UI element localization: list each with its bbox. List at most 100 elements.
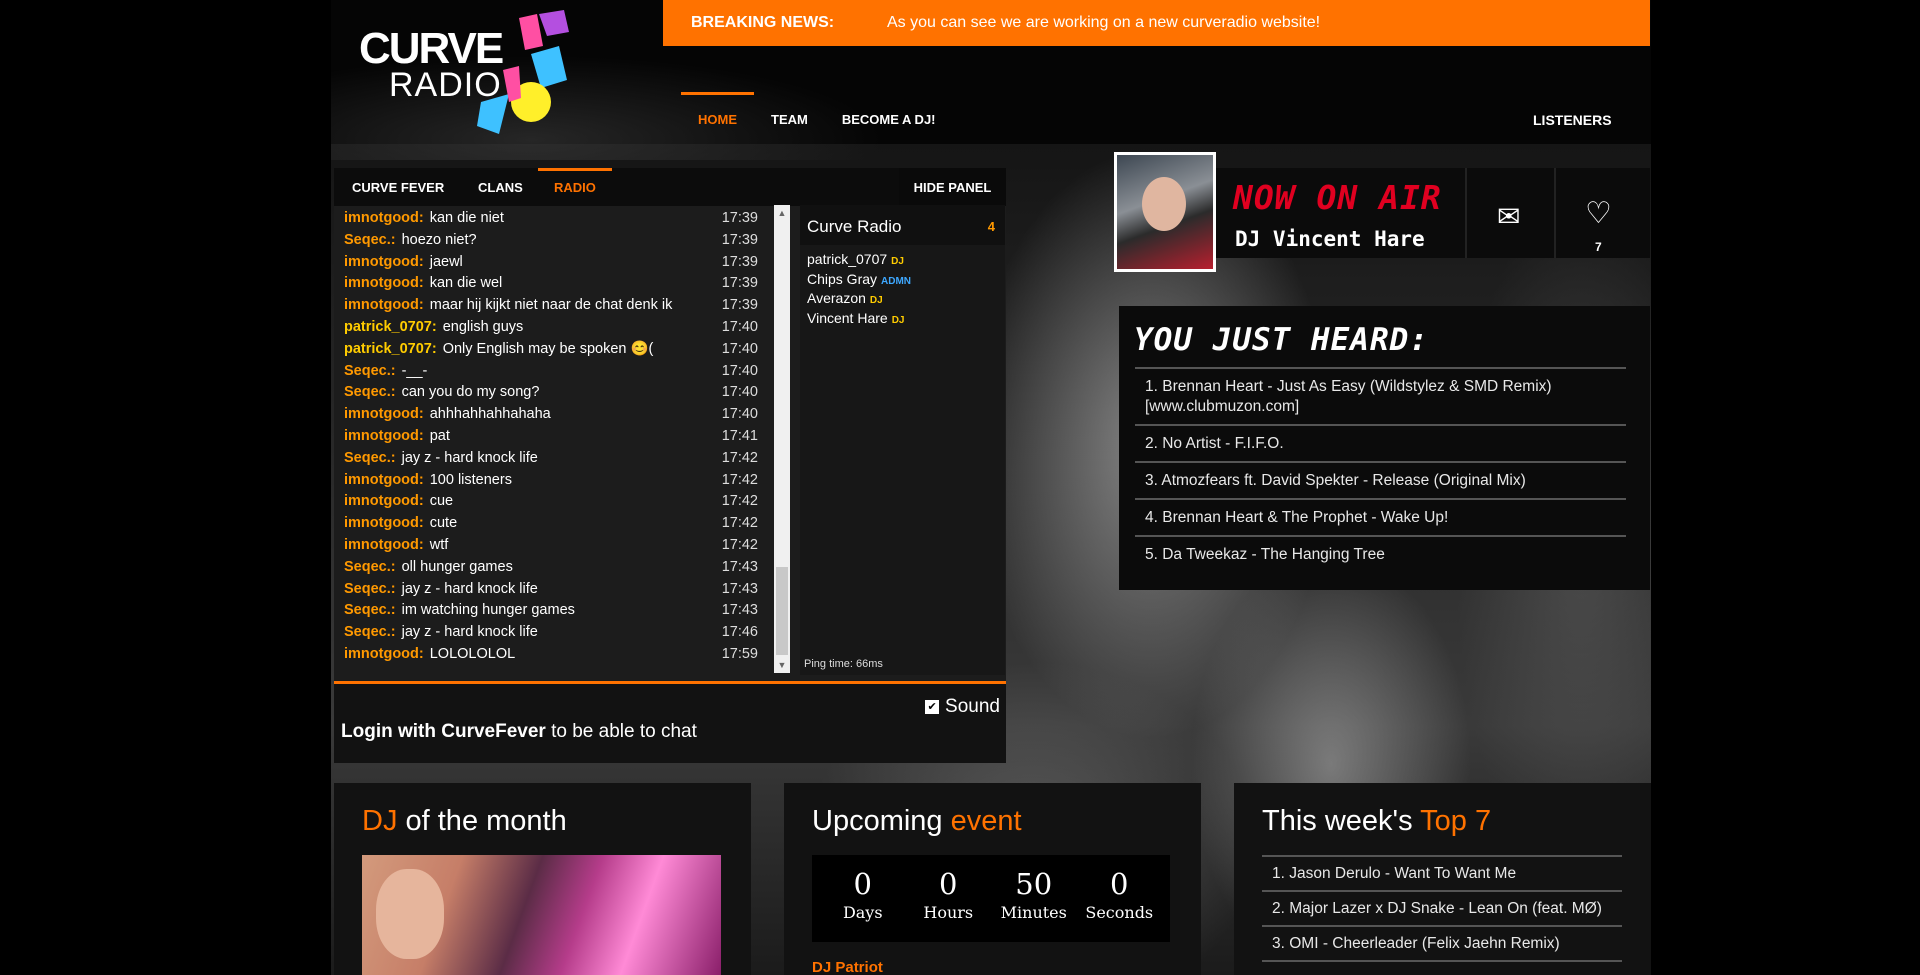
message-text: cue [429, 493, 454, 510]
top7-track[interactable]: 1. Jason Derulo - Want To Want Me [1262, 857, 1622, 892]
heading-accent: event [950, 805, 1022, 837]
dj-of-month-photo[interactable] [362, 855, 721, 975]
heart-icon[interactable]: ♡ [1585, 199, 1612, 229]
nav-home[interactable]: HOME [681, 92, 754, 142]
user-role-badge: DJ [869, 295, 883, 306]
message-user[interactable]: Seqec.: [344, 581, 396, 597]
message-user[interactable]: Seqec.: [344, 602, 396, 618]
message-user[interactable]: imnotgood: [344, 646, 424, 662]
message-user[interactable]: Seqec.: [344, 559, 396, 575]
scroll-up-icon[interactable]: ▲ [774, 205, 790, 221]
nav-listeners[interactable]: LISTENERS [1533, 112, 1612, 128]
message-user[interactable]: imnotgood: [344, 210, 424, 226]
message-user[interactable]: Seqec.: [344, 450, 396, 466]
top7-track[interactable]: 2. Major Lazer x DJ Snake - Lean On (fea… [1262, 892, 1622, 927]
user-name: Vincent Hare [807, 309, 888, 326]
message-time: 17:46 [721, 624, 758, 641]
message-text: cute [429, 515, 458, 532]
room-name: Curve Radio [807, 217, 902, 236]
message-user[interactable]: imnotgood: [344, 406, 424, 422]
chat-message: imnotgood: LOLOLOLOL 17:59 [344, 644, 774, 666]
message-user[interactable]: imnotgood: [344, 297, 424, 313]
photo-face [376, 869, 444, 959]
login-link[interactable]: Login with CurveFever [341, 721, 546, 742]
scrollbar-thumb[interactable] [776, 567, 788, 655]
message-time: 17:42 [721, 515, 758, 532]
curve-radio-logo[interactable]: CURVE RADIO [359, 6, 599, 136]
user-list-item[interactable]: patrick_0707 DJ [800, 250, 1005, 270]
message-text: LOLOLOLOL [429, 645, 516, 662]
message-user[interactable]: Seqec.: [344, 624, 396, 640]
scroll-down-icon[interactable]: ▼ [774, 657, 790, 673]
message-user[interactable]: imnotgood: [344, 428, 424, 444]
message-time: 17:42 [721, 536, 758, 553]
breaking-news-label: BREAKING NEWS: [691, 14, 835, 31]
countdown-unit: Days [842, 903, 883, 922]
top7-track[interactable]: 3. OMI - Cheerleader (Felix Jaehn Remix) [1262, 927, 1622, 962]
message-user[interactable]: imnotgood: [344, 537, 424, 553]
logo-text-radio: RADIO [389, 66, 502, 104]
countdown-unit: Minutes [1000, 903, 1067, 922]
message-user[interactable]: patrick_0707: [344, 341, 437, 357]
login-prompt: Login with CurveFever to be able to chat [341, 721, 697, 743]
user-role-badge: ADMN [881, 275, 912, 287]
tab-curve-fever[interactable]: CURVE FEVER [352, 168, 444, 206]
hide-panel-button[interactable]: HIDE PANEL [899, 168, 1006, 206]
chat-scrollbar[interactable]: ▲ ▼ [774, 205, 790, 673]
event-dj-link[interactable]: DJ Patriot [812, 959, 883, 975]
chat-tabs: CURVE FEVER CLANS RADIO HIDE PANEL [334, 168, 1006, 206]
message-text: 100 listeners [429, 471, 512, 488]
breaking-news-text[interactable]: As you can see we are working on a new c… [887, 14, 1320, 32]
countdown-number: 50 [1015, 867, 1053, 901]
ping-time: Ping time: 66ms [804, 658, 883, 670]
message-user[interactable]: Seqec.: [344, 363, 396, 379]
message-text: pat [429, 427, 450, 444]
recent-track: 4. Brennan Heart & The Prophet - Wake Up… [1135, 500, 1626, 537]
mail-icon[interactable]: ✉ [1497, 203, 1520, 231]
message-text: jay z - hard knock life [401, 449, 538, 466]
user-list-item[interactable]: Chips Gray ADMN [800, 270, 1005, 290]
message-text: Only English may be spoken 😊( [442, 340, 654, 357]
sound-toggle[interactable]: ✔ Sound [925, 696, 1000, 718]
heading-rest: of the month [397, 805, 567, 837]
heading-accent: Top 7 [1420, 805, 1492, 837]
countdown-number: 0 [853, 867, 872, 901]
chat-message: imnotgood: cue 17:42 [344, 491, 774, 513]
message-user[interactable]: imnotgood: [344, 275, 424, 291]
breaking-news-bar: BREAKING NEWS: As you can see we are wor… [663, 0, 1650, 46]
message-text: ahhhahhahhahaha [429, 406, 551, 423]
nav-team[interactable]: TEAM [754, 92, 825, 142]
message-time: 17:43 [721, 558, 758, 575]
message-time: 17:59 [721, 645, 758, 662]
countdown-number: 0 [1110, 867, 1129, 901]
message-user[interactable]: imnotgood: [344, 515, 424, 531]
countdown-cell: 50 Minutes [991, 855, 1077, 942]
nav-become-a-dj[interactable]: BECOME A DJ! [825, 92, 953, 142]
top7-list: 1. Jason Derulo - Want To Want Me 2. Majo… [1262, 855, 1622, 962]
message-user[interactable]: Seqec.: [344, 384, 396, 400]
divider [1554, 168, 1556, 258]
recent-track: 3. Atmozfears ft. David Spekter - Releas… [1135, 463, 1626, 500]
message-user[interactable]: imnotgood: [344, 493, 424, 509]
message-text: jay z - hard knock life [401, 580, 538, 597]
message-text: can you do my song? [401, 384, 540, 401]
user-name: Averazon [807, 290, 866, 306]
message-time: 17:42 [721, 471, 758, 488]
message-user[interactable]: patrick_0707: [344, 319, 437, 335]
heading-rest: This week's [1262, 805, 1421, 837]
user-list-item[interactable]: Averazon DJ [800, 289, 1005, 309]
tab-radio[interactable]: RADIO [538, 168, 612, 206]
user-list-item[interactable]: Vincent Hare DJ [800, 309, 1005, 329]
message-user[interactable]: imnotgood: [344, 254, 424, 270]
like-count: 7 [1595, 240, 1602, 254]
message-text: jay z - hard knock life [401, 624, 538, 641]
avatar-face [1142, 177, 1186, 231]
user-name: patrick_0707 [807, 251, 888, 267]
sound-label: Sound [945, 696, 1000, 717]
chat-message: Seqec.: im watching hunger games 17:43 [344, 600, 774, 622]
message-user[interactable]: imnotgood: [344, 472, 424, 488]
message-text: oll hunger games [401, 558, 513, 575]
tab-clans[interactable]: CLANS [478, 168, 523, 206]
message-user[interactable]: Seqec.: [344, 232, 396, 248]
sound-checkbox-icon[interactable]: ✔ [925, 700, 940, 714]
